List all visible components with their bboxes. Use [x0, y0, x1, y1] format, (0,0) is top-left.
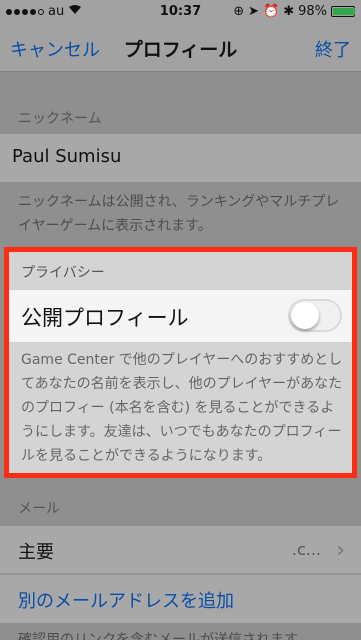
nickname-footer: ニックネームは公開され、ランキングやマルチプレイヤーゲームに表示されます。 [18, 194, 340, 234]
battery-fill [333, 8, 355, 15]
navigation-bar: キャンセル プロフィール 終了 [0, 22, 361, 72]
primary-email-value: .c... [291, 540, 321, 559]
add-email-row[interactable]: 別のメールアドレスを追加 [0, 575, 361, 623]
alarm-icon: ⏰ [263, 4, 280, 19]
privacy-highlight-box: プライバシー 公開プロフィール Game Center で他のプレイヤーへのおす… [4, 247, 357, 478]
bluetooth-icon: ✱ [283, 4, 295, 19]
rotation-lock-icon: ⊕ [233, 4, 245, 19]
mail-footer: 確認用のリンクを含むメールが送信されます [18, 632, 298, 640]
chevron-right-icon: › [336, 538, 345, 563]
privacy-description: Game Center で他のプレイヤーへのおすすめとしてあなたの名前を表示し、… [21, 352, 343, 464]
nickname-section-header: ニックネーム [18, 111, 102, 127]
page-title: プロフィール [123, 39, 238, 61]
public-profile-toggle[interactable] [288, 299, 342, 332]
battery-percent: 98% [298, 4, 327, 19]
mail-section-header: メール [18, 501, 60, 517]
public-profile-row: 公開プロフィール [9, 290, 352, 342]
nickname-field[interactable]: Paul Sumisu [0, 134, 361, 182]
toggle-knob [291, 302, 319, 329]
done-button[interactable]: 終了 [315, 36, 351, 62]
add-email-link[interactable]: 別のメールアドレスを追加 [18, 587, 234, 613]
primary-email-row[interactable]: 主要 .c... › [0, 526, 361, 574]
primary-email-label: 主要 [18, 542, 54, 563]
status-right-group: ⊕ ➤ ⏰ ✱ 98% [233, 4, 355, 19]
public-profile-label: 公開プロフィール [21, 306, 189, 330]
status-bar: au 10:37 ⊕ ➤ ⏰ ✱ 98% [0, 0, 361, 22]
battery-icon [331, 6, 355, 17]
location-icon: ➤ [248, 4, 259, 19]
privacy-section-header: プライバシー [21, 265, 105, 281]
nickname-value: Paul Sumisu [12, 146, 122, 167]
